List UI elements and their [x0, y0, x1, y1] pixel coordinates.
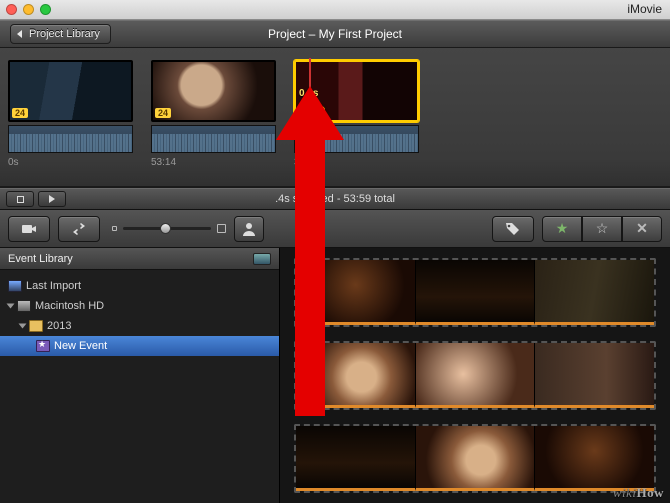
project-header: Project Library Project – My First Proje…	[0, 20, 670, 48]
reject-button[interactable]: ✕	[622, 216, 662, 242]
monitor-icon	[8, 280, 22, 292]
tree-label: Last Import	[26, 280, 81, 292]
main-toolbar: ★ ☆ ✕	[0, 210, 670, 248]
stop-icon	[17, 196, 24, 203]
minimize-window-button[interactable]	[23, 4, 34, 15]
event-filmstrip[interactable]	[294, 341, 656, 410]
clip-timecode: 0s	[8, 157, 133, 168]
filmstrip-frame[interactable]	[416, 343, 536, 408]
keyword-tool-button[interactable]	[492, 216, 534, 242]
tree-label: Macintosh HD	[35, 300, 104, 312]
event-filmstrip[interactable]	[294, 258, 656, 327]
playhead-line[interactable]	[309, 58, 311, 150]
frame-view-button[interactable]	[6, 191, 34, 207]
event-filmstrip[interactable]	[294, 424, 656, 493]
filmstrip-frame[interactable]	[296, 260, 416, 325]
swap-icon	[71, 222, 87, 236]
person-filter-button[interactable]	[234, 216, 264, 242]
swap-layout-button[interactable]	[58, 216, 100, 242]
filmstrip-frame[interactable]	[296, 343, 416, 408]
filmstrip-frame[interactable]	[416, 426, 536, 491]
x-icon: ✕	[636, 220, 648, 237]
filmstrip-frame[interactable]	[535, 426, 654, 491]
timeline-status-bar: .4s selected - 53:59 total	[0, 188, 670, 210]
clip-timecode: 3:53	[294, 157, 419, 168]
clip-audio-waveform[interactable]	[8, 125, 133, 153]
tree-item-new-event[interactable]: New Event	[0, 336, 279, 356]
tree-item-last-import[interactable]: Last Import	[0, 276, 279, 296]
play-button[interactable]	[38, 191, 66, 207]
filmstrip-frame[interactable]	[535, 343, 654, 408]
person-icon	[241, 222, 257, 236]
slider-max-icon	[217, 224, 226, 233]
project-timeline[interactable]: 0.4s 24 0s 24 53:14 24 3:53	[0, 48, 670, 188]
close-window-button[interactable]	[6, 4, 17, 15]
thumbnail-size-slider[interactable]	[112, 224, 226, 233]
star-outline-icon: ☆	[596, 220, 609, 237]
project-library-button[interactable]: Project Library	[10, 24, 111, 44]
filmstrip-frame[interactable]	[535, 260, 654, 325]
play-icon	[49, 195, 55, 203]
event-star-icon	[36, 340, 50, 352]
app-title: iMovie	[627, 2, 662, 16]
unrate-button[interactable]: ☆	[582, 216, 622, 242]
clip-thumbnail[interactable]: 24	[8, 60, 133, 122]
disclosure-triangle-icon[interactable]	[19, 324, 27, 329]
timeline-clip[interactable]: 24 53:14	[151, 60, 276, 168]
clip-audio-waveform[interactable]	[151, 125, 276, 153]
disclosure-triangle-icon[interactable]	[7, 304, 15, 309]
transition-gap-handle[interactable]	[297, 106, 325, 132]
slider-track[interactable]	[123, 227, 211, 230]
star-filled-icon: ★	[556, 220, 569, 237]
clip-timecode: 53:14	[151, 157, 276, 168]
window-titlebar: iMovie	[0, 0, 670, 20]
favorite-button[interactable]: ★	[542, 216, 582, 242]
event-browser[interactable]	[280, 248, 670, 503]
tree-item-macintosh-hd[interactable]: Macintosh HD	[0, 296, 279, 316]
event-library-title: Event Library	[8, 253, 73, 265]
clip-thumbnail[interactable]: 24	[151, 60, 276, 122]
slider-min-icon	[112, 226, 117, 231]
filmstrip-frame[interactable]	[416, 260, 536, 325]
tree-item-year[interactable]: 2013	[0, 316, 279, 336]
slider-knob[interactable]	[160, 223, 171, 234]
gap-duration-label: 0.4s	[299, 88, 318, 99]
import-camera-button[interactable]	[8, 216, 50, 242]
event-tree[interactable]: Last Import Macintosh HD 2013 New Event	[0, 270, 279, 503]
fps-badge: 24	[12, 108, 28, 118]
event-library-header: Event Library	[0, 248, 279, 270]
camera-icon	[21, 222, 37, 236]
calendar-icon	[29, 320, 43, 332]
tree-label: New Event	[54, 340, 107, 352]
zoom-window-button[interactable]	[40, 4, 51, 15]
fps-badge: 24	[155, 108, 171, 118]
selection-status-text: .4s selected - 53:59 total	[0, 193, 670, 205]
harddrive-icon	[17, 300, 31, 312]
window-traffic-lights	[6, 4, 51, 15]
timeline-clip[interactable]: 24 0s	[8, 60, 133, 168]
disk-icon[interactable]	[253, 253, 271, 265]
tag-icon	[505, 222, 521, 236]
event-library-panel: Event Library Last Import Macintosh HD 2…	[0, 248, 280, 503]
rating-segment: ★ ☆ ✕	[542, 216, 662, 242]
wikihow-watermark: wikiHow	[613, 485, 664, 501]
filmstrip-frame[interactable]	[296, 426, 416, 491]
tree-label: 2013	[47, 320, 71, 332]
